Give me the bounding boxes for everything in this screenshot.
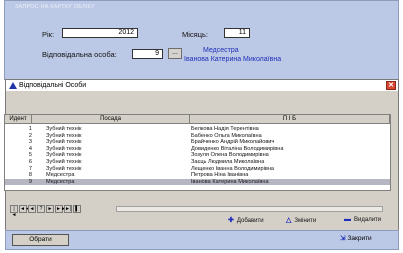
triangle-app-icon: [9, 82, 17, 89]
year-input[interactable]: 2012: [62, 28, 138, 38]
month-label: Місяць:: [182, 30, 209, 39]
column-header-position[interactable]: Посада: [32, 115, 190, 124]
cell-name: Брайченко Андрій Миколайович: [191, 139, 275, 146]
delete-button[interactable]: ▬ Видалити: [344, 216, 381, 223]
nav-button-1[interactable]: ◄◄: [19, 205, 30, 213]
record-navigator: |◄ ◄◄ ◄? ► ►► ►| ▌: [10, 205, 110, 218]
table-row[interactable]: 8 Медсестра Петрова Ніна Іванівна: [5, 172, 390, 178]
nav-button-7[interactable]: ▌: [73, 205, 81, 213]
add-label: Добавити: [236, 218, 264, 224]
table-header: Идент Посада П І Б: [5, 115, 390, 124]
table-row[interactable]: 7 Зубний технік Лещенко Іванна Володимирів…: [5, 166, 390, 172]
cell-id: 8: [28, 172, 32, 179]
cell-id: 5: [28, 152, 32, 159]
nav-button-5[interactable]: ►►: [55, 205, 66, 213]
nav-button-3[interactable]: ?: [37, 205, 45, 213]
responsible-person-label: Відповідальна особа:: [42, 50, 117, 59]
filter-panel: ЗАПРОС НА КАРТКУ ОБЛІКУ Рік: 2012 Місяць…: [4, 0, 399, 80]
horizontal-scrollbar[interactable]: [116, 206, 383, 212]
cell-position: Зубний технік: [46, 152, 82, 159]
edit-button[interactable]: △ Змінити: [286, 216, 316, 224]
nav-button-4[interactable]: ►: [46, 205, 54, 213]
table-row[interactable]: 9 Медсестра Іванова Катерина Миколаївна: [5, 178, 390, 186]
cell-id: 1: [28, 126, 32, 132]
choose-button[interactable]: Обрати: [12, 234, 69, 246]
cell-name: Петрова Ніна Іванівна: [191, 172, 249, 179]
cell-name: Белкова Надія Терентівна: [191, 126, 259, 132]
table-row[interactable]: 6 Зубний технік Заєць Людмила Миколаївна: [5, 159, 390, 165]
cell-name: Зозуля Олена Володимирівна: [191, 152, 269, 159]
cell-id: 7: [28, 165, 32, 172]
minus-icon: ▬: [344, 216, 351, 223]
cell-id: 9: [28, 178, 32, 185]
add-button[interactable]: ✚ Добавити: [228, 216, 264, 224]
person-name-text: Іванова Катерина Миколаївна: [184, 56, 282, 63]
cell-name: Іванова Катерина Миколаївна: [191, 178, 269, 185]
triangle-icon: △: [286, 217, 292, 224]
cell-id: 2: [28, 132, 32, 139]
cell-position: Зубний технік: [46, 126, 82, 132]
cell-name: Лещенко Іванна Володимирівна: [191, 165, 275, 172]
edit-label: Змінити: [294, 218, 317, 224]
persons-table[interactable]: Идент Посада П І Б 1 Зубний технік Белкова…: [4, 114, 391, 191]
bottom-bar: Обрати ⇲ Закрити: [5, 230, 399, 250]
delete-label: Видалити: [354, 217, 382, 223]
close-icon[interactable]: ✕: [386, 81, 396, 90]
exit-icon: ⇲: [340, 235, 346, 242]
dialog-title: Відповідальні Особи: [19, 82, 87, 89]
cell-name: Довиденко Віталіна Володимирівна: [191, 145, 284, 152]
cell-position: Зубний технік: [46, 139, 82, 146]
cell-id: 4: [28, 145, 32, 152]
responsible-person-id-input[interactable]: 9: [132, 49, 163, 59]
cell-id: 6: [28, 159, 32, 165]
cell-position: Медсестра: [46, 178, 75, 185]
nav-button-2[interactable]: ◄: [28, 205, 36, 213]
nav-button-0[interactable]: |◄: [10, 205, 18, 218]
close-dialog-button[interactable]: ⇲ Закрити: [340, 234, 372, 242]
table-row[interactable]: 5 Зубний технік Зозуля Олена Володимирівна: [5, 152, 390, 158]
cell-position: Зубний технік: [46, 165, 82, 172]
person-position-text: Медсестра: [203, 47, 239, 54]
month-input[interactable]: 11: [224, 28, 250, 38]
year-label: Рік:: [42, 30, 55, 39]
cell-id: 3: [28, 139, 32, 146]
plus-icon: ✚: [228, 217, 234, 224]
panel-title: ЗАПРОС НА КАРТКУ ОБЛІКУ: [15, 4, 95, 10]
cell-position: Медсестра: [46, 172, 75, 179]
browse-button[interactable]: ...: [168, 48, 182, 59]
table-row[interactable]: 1 Зубний технік Белкова Надія Терентівна: [5, 126, 390, 132]
column-header-name[interactable]: П І Б: [190, 115, 390, 124]
dialog-titlebar[interactable]: Відповідальні Особи ✕: [6, 80, 398, 91]
nav-button-6[interactable]: ►|: [64, 205, 72, 213]
cell-position: Зубний технік: [46, 159, 82, 165]
app-window: ЗАПРОС НА КАРТКУ ОБЛІКУ Рік: 2012 Місяць…: [0, 0, 403, 253]
cell-name: Заєць Людмила Миколаївна: [191, 159, 265, 165]
column-header-id[interactable]: Идент: [5, 115, 32, 124]
close-dialog-label: Закрити: [347, 235, 372, 242]
table-row[interactable]: 3 Зубний технік Брайченко Андрій Миколайов…: [5, 139, 390, 145]
